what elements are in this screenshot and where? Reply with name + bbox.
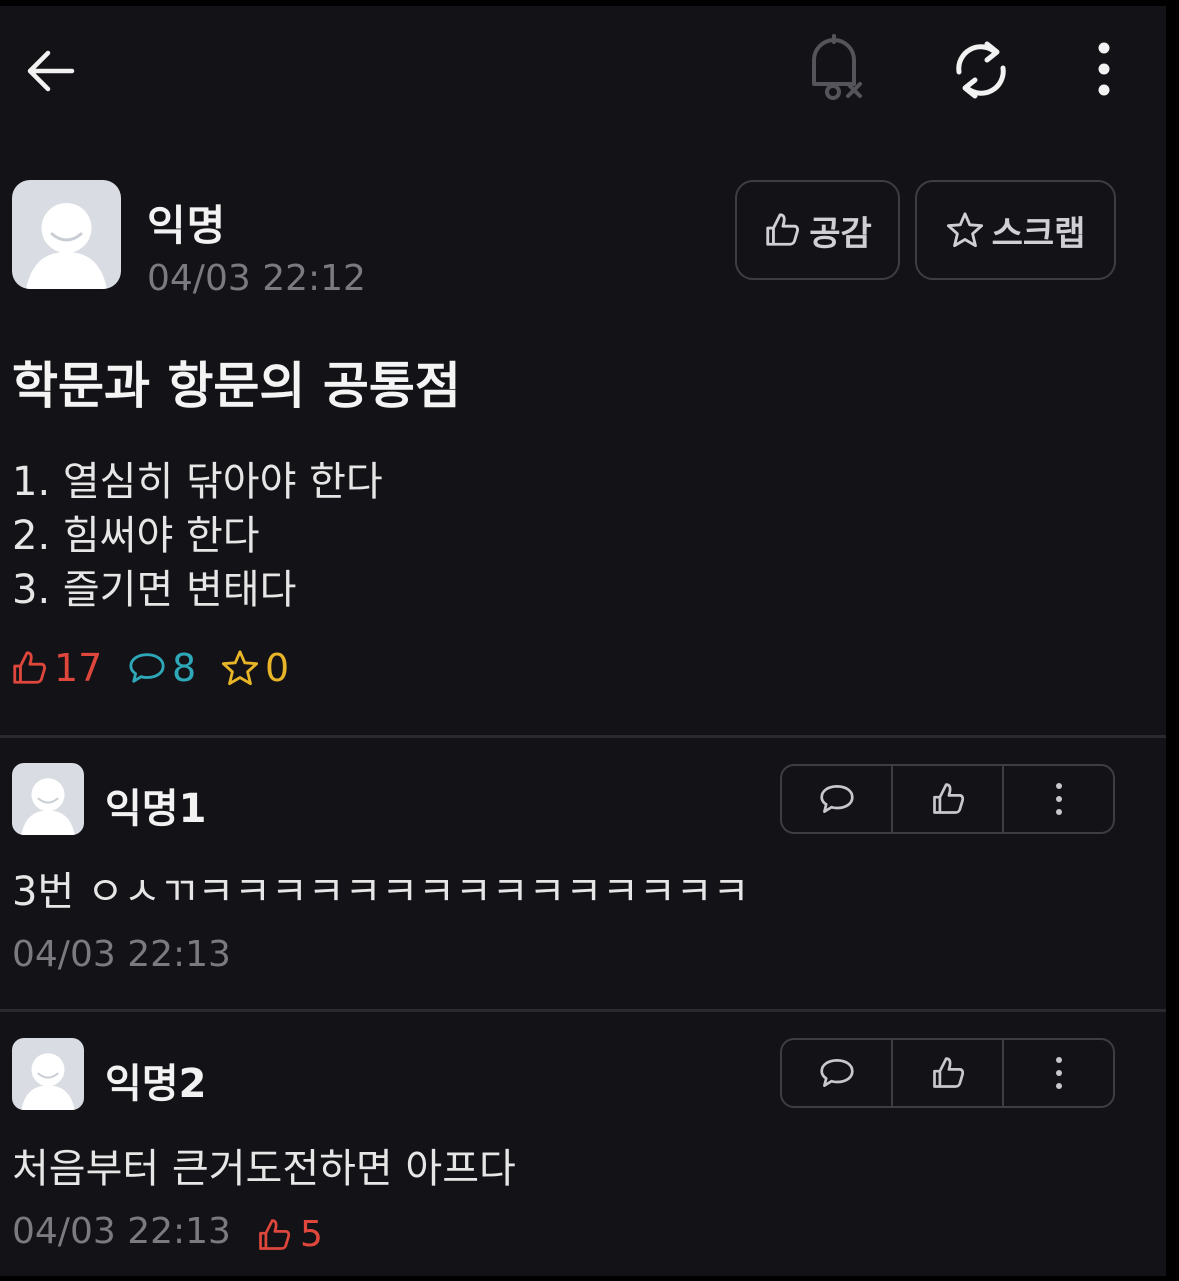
reply-button[interactable] — [782, 766, 893, 832]
thumbs-up-icon — [766, 213, 800, 246]
more-vertical-icon — [1098, 42, 1110, 96]
post-body-line-1: 1. 열심히 닦아야 한다 — [12, 459, 383, 505]
thumbs-up-icon — [932, 783, 964, 814]
scrap-count: 0 — [265, 646, 290, 690]
speech-bubble-icon — [819, 1059, 854, 1087]
author-avatar — [12, 180, 121, 289]
comment-count-stat: 8 — [128, 646, 196, 690]
comment-count: 8 — [172, 646, 197, 690]
default-avatar-icon — [21, 778, 75, 835]
more-vertical-icon — [1055, 783, 1062, 815]
author-name: 익명 — [147, 201, 227, 250]
like-button[interactable]: 공감 — [735, 180, 900, 280]
comment-actions — [780, 1038, 1115, 1108]
like-count-stat: 17 — [10, 646, 102, 690]
divider — [0, 1009, 1166, 1012]
scrap-button-label: 스크랩 — [991, 213, 1086, 254]
comment-text: 처음부터 큰거도전하면 아프다 — [12, 1146, 516, 1192]
scrap-count-stat: 0 — [221, 646, 289, 690]
comment-like-button[interactable] — [893, 766, 1004, 832]
star-icon — [946, 212, 983, 248]
more-button[interactable] — [1086, 40, 1122, 100]
comment-like-count-stat: 5 — [256, 1214, 323, 1255]
comment-like-button[interactable] — [893, 1040, 1004, 1106]
comment-text: 3번 ㅇㅅㄲㅋㅋㅋㅋㅋㅋㅋㅋㅋㅋㅋㅋㅋㅋㅋ — [12, 869, 750, 915]
refresh-button[interactable] — [945, 34, 1017, 106]
thumbs-up-icon — [13, 651, 46, 684]
comment-author: 익명2 — [105, 1061, 207, 1107]
back-button[interactable] — [14, 42, 84, 98]
speech-bubble-icon — [819, 785, 854, 813]
default-avatar-icon — [26, 203, 107, 289]
notification-off-button[interactable] — [800, 34, 870, 106]
like-count: 17 — [54, 646, 103, 690]
comment-like-count: 5 — [300, 1214, 323, 1255]
comment-timestamp: 04/03 22:13 — [12, 934, 231, 975]
like-button-label: 공감 — [809, 213, 872, 254]
comment-avatar — [12, 1038, 84, 1110]
post-screen: 익명 04/03 22:12 공감 스크랩 학문과 항문의 공통점 1. 열심히… — [0, 6, 1166, 1276]
post-timestamp: 04/03 22:12 — [147, 258, 366, 299]
scrap-button[interactable]: 스크랩 — [915, 180, 1116, 280]
thumbs-up-icon — [259, 1218, 291, 1250]
reply-button[interactable] — [782, 1040, 893, 1106]
comment-more-button[interactable] — [1004, 1040, 1113, 1106]
star-icon — [221, 650, 259, 686]
comment-avatar — [12, 763, 84, 835]
divider — [0, 735, 1166, 738]
speech-bubble-icon — [129, 653, 165, 683]
comment-timestamp: 04/03 22:13 — [12, 1211, 231, 1252]
arrow-left-icon — [27, 50, 75, 92]
more-vertical-icon — [1055, 1057, 1062, 1089]
thumbs-up-icon — [932, 1057, 964, 1088]
post-title: 학문과 항문의 공통점 — [12, 357, 461, 415]
comment-author: 익명1 — [105, 786, 207, 832]
bell-off-icon — [812, 34, 862, 100]
post-body-line-2: 2. 힘써야 한다 — [12, 513, 260, 559]
post-body-line-3: 3. 즐기면 변태다 — [12, 567, 297, 613]
comment-more-button[interactable] — [1004, 766, 1113, 832]
default-avatar-icon — [21, 1053, 75, 1110]
comment-actions — [780, 764, 1115, 834]
refresh-icon — [956, 41, 1006, 99]
